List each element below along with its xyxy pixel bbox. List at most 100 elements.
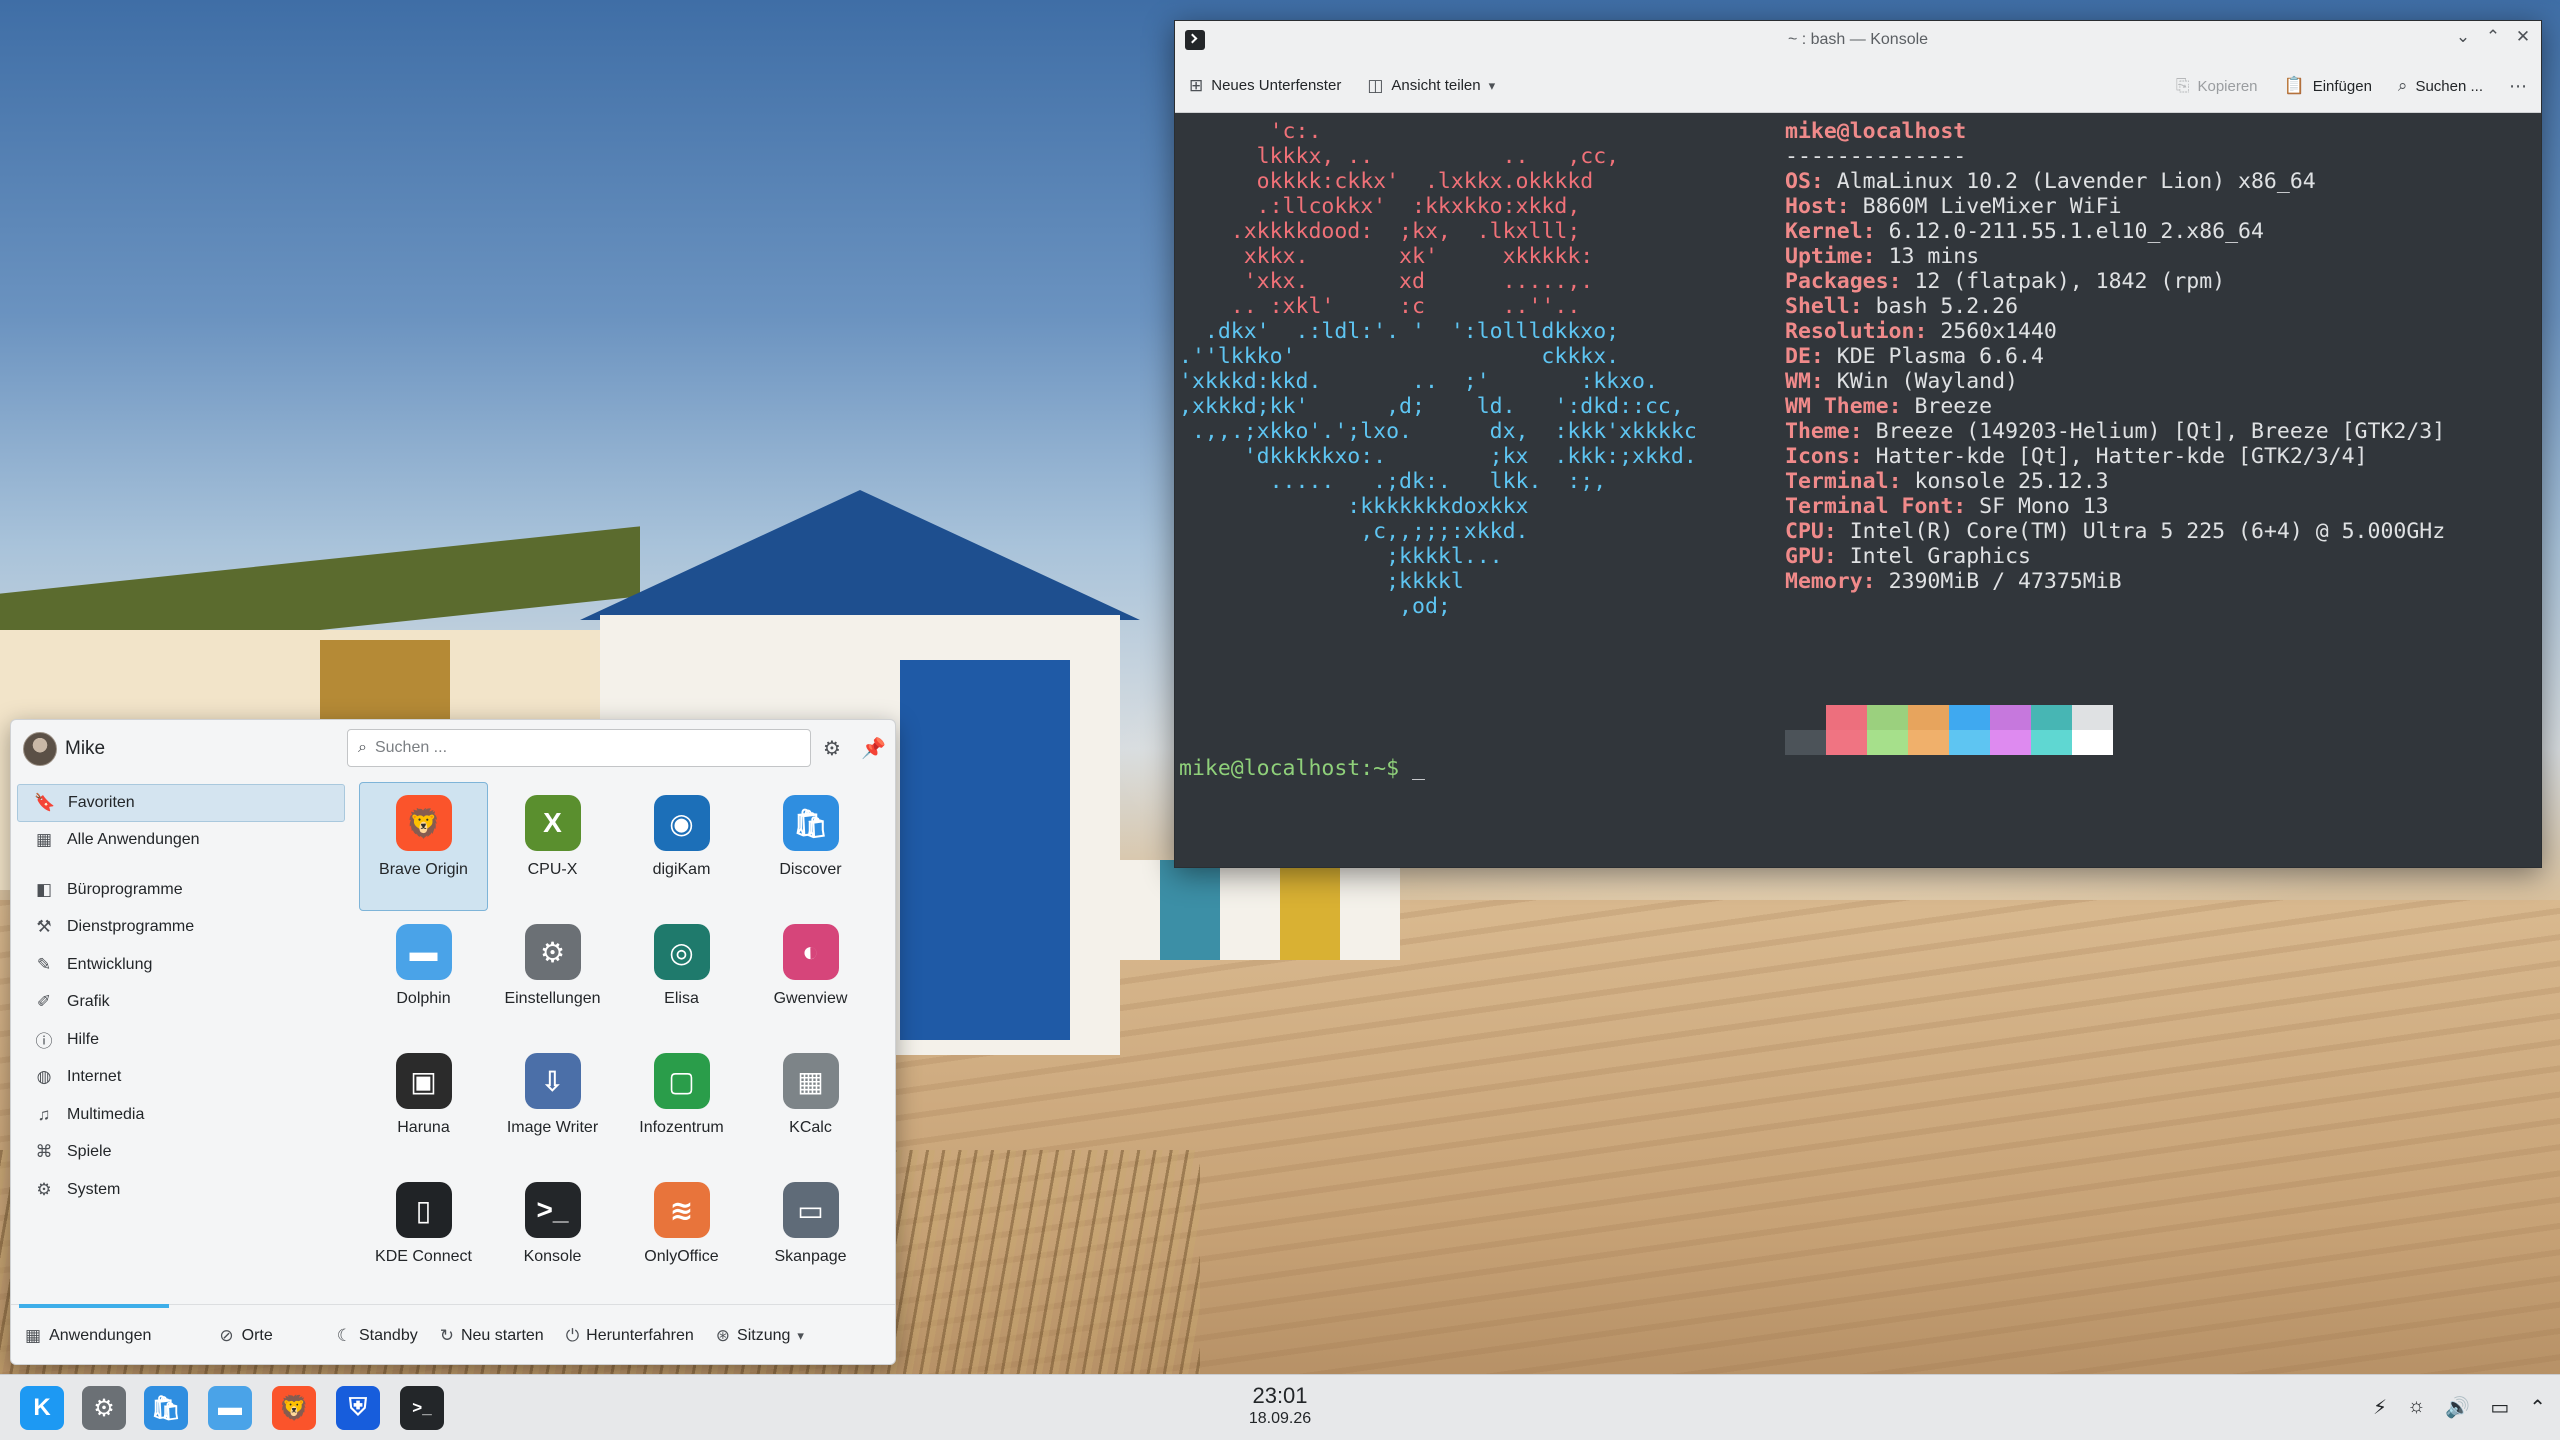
sidebar-item-system[interactable]: ⚙ System: [17, 1171, 345, 1209]
new-tab-button[interactable]: ⊞ Neues Unterfenster: [1189, 76, 1341, 96]
app-tile-kcalc[interactable]: ▦ KCalc: [746, 1040, 875, 1169]
sidebar-item-help[interactable]: ⓘ Hilfe: [17, 1021, 345, 1059]
task-brave[interactable]: 🦁: [272, 1386, 316, 1430]
power-icon[interactable]: ⚡: [2373, 1395, 2387, 1420]
sidebar-item-games[interactable]: ⌘ Spiele: [17, 1134, 345, 1172]
ascii-line: ,od;: [1179, 594, 1451, 619]
app-tile-haruna[interactable]: ▣ Haruna: [359, 1040, 488, 1169]
search-box[interactable]: ⌕: [347, 729, 811, 767]
split-view-button[interactable]: ◫ Ansicht teilen ▾: [1367, 76, 1495, 96]
pin-icon[interactable]: 📌: [861, 736, 886, 761]
app-tile-brave[interactable]: 🦁 Brave Origin: [359, 782, 488, 911]
app-tile-konsole[interactable]: >_ Konsole: [488, 1169, 617, 1298]
sidebar-item-bookmark[interactable]: 🔖 Favoriten: [17, 784, 345, 822]
digital-clock[interactable]: 23:01 18.09.26: [1220, 1383, 1340, 1428]
sidebar-item-label: Alle Anwendungen: [67, 831, 200, 849]
info-colon: :: [1849, 444, 1876, 469]
brightness-icon[interactable]: ☼: [2407, 1395, 2425, 1420]
konsole-titlebar[interactable]: ~ : bash — Konsole ⌄ ⌃ ✕: [1175, 21, 2541, 59]
app-tile-dolphin[interactable]: ▬ Dolphin: [359, 911, 488, 1040]
info-key: Packages: [1785, 269, 1889, 294]
expand-tray-icon[interactable]: ⌃: [2529, 1395, 2546, 1420]
shutdown-button[interactable]: ⏻ Herunterfahren: [566, 1326, 694, 1346]
app-tile-discover[interactable]: 🛍 Discover: [746, 782, 875, 911]
sidebar-item-label: Internet: [67, 1068, 122, 1086]
app-tile-elisa[interactable]: ◎ Elisa: [617, 911, 746, 1040]
avatar[interactable]: [23, 732, 57, 766]
info-value: bash 5.2.26: [1875, 294, 2019, 319]
notifications-icon[interactable]: ▭: [2490, 1395, 2509, 1420]
shell-prompt[interactable]: mike@localhost:~$ _: [1179, 756, 1425, 781]
app-tile-kde-connect[interactable]: ▯ KDE Connect: [359, 1169, 488, 1298]
task-bitwarden[interactable]: ⛨: [336, 1386, 380, 1430]
ascii-line: xkkx. xk' xkkkkk:: [1179, 244, 1594, 269]
task-dolphin[interactable]: ▬: [208, 1386, 252, 1430]
app-tile-gwenview[interactable]: ◐ Gwenview: [746, 911, 875, 1040]
paste-label: Einfügen: [2312, 77, 2372, 95]
restart-button[interactable]: ↻ Neu starten: [440, 1326, 544, 1346]
info-key: WM Theme: [1785, 394, 1889, 419]
color-swatch: [1826, 705, 1867, 730]
info-value: SF Mono 13: [1979, 494, 2109, 519]
app-label: KDE Connect: [375, 1248, 472, 1265]
sidebar-item-multimedia[interactable]: ♫ Multimedia: [17, 1096, 345, 1134]
standby-button[interactable]: ☾ Standby: [337, 1326, 418, 1346]
tab-places[interactable]: ⊘ Orte: [205, 1305, 286, 1365]
sidebar-item-office[interactable]: ◧ Büroprogramme: [17, 871, 345, 909]
taskbar: K ⚙ 🛍 ▬ 🦁 ⛨ >_ 23:01 18.09.26 ⚡ ☼ 🔊 ▭ ⌃: [0, 1374, 2560, 1440]
task-konsole[interactable]: >_: [400, 1386, 444, 1430]
close-icon[interactable]: ✕: [2515, 27, 2531, 47]
more-menu-button[interactable]: ⋯: [2509, 76, 2527, 97]
configure-icon[interactable]: ⚙: [823, 736, 841, 761]
sidebar-item-label: Spiele: [67, 1143, 112, 1161]
info-value: 12 (flatpak), 1842 (rpm): [1914, 269, 2226, 294]
info-key: Shell: [1785, 294, 1850, 319]
info-value: Breeze: [1914, 394, 1993, 419]
app-tile-infocenter[interactable]: ▢ Infozentrum: [617, 1040, 746, 1169]
color-swatch: [2031, 730, 2072, 755]
app-label: Discover: [779, 861, 842, 878]
app-tile-digikam[interactable]: ◉ digiKam: [617, 782, 746, 911]
sidebar-item-grid[interactable]: ▦ Alle Anwendungen: [17, 822, 345, 860]
paste-button[interactable]: 📋 Einfügen: [2284, 76, 2372, 96]
clock-date: 18.09.26: [1248, 1410, 1312, 1427]
info-key: WM: [1785, 369, 1811, 394]
maximize-icon[interactable]: ⌃: [2485, 27, 2501, 47]
sidebar-item-label: System: [67, 1180, 121, 1198]
digikam-icon: ◉: [653, 795, 710, 851]
find-button[interactable]: ⌕ Suchen ...: [2398, 76, 2483, 96]
task-settings[interactable]: ⚙: [82, 1386, 126, 1430]
terminal-view[interactable]: 'c:. lkkkx, .. .. ,cc, okkkk:ckkx' .lxkk…: [1175, 113, 2541, 867]
app-label: OnlyOffice: [644, 1248, 719, 1265]
kde-logo-icon: K: [33, 1394, 51, 1421]
sidebar-item-utilities[interactable]: ⚒ Dienstprogramme: [17, 909, 345, 947]
gwenview-icon: ◐: [782, 924, 839, 980]
sidebar-item-development[interactable]: ✎ Entwicklung: [17, 946, 345, 984]
new-tab-icon: ⊞: [1189, 75, 1204, 95]
volume-icon[interactable]: 🔊: [2445, 1395, 2470, 1420]
app-label: CPU-X: [527, 861, 578, 878]
app-tile-cpu-x[interactable]: X CPU-X: [488, 782, 617, 911]
session-button[interactable]: ⊛ Sitzung ▾: [716, 1326, 804, 1346]
sidebar-item-graphics[interactable]: ✐ Grafik: [17, 984, 345, 1022]
app-tile-skanpage[interactable]: ▭ Skanpage: [746, 1169, 875, 1298]
app-label: Haruna: [397, 1119, 450, 1136]
color-swatch: [1785, 730, 1826, 755]
app-tile-settings[interactable]: ⚙ Einstellungen: [488, 911, 617, 1040]
info-colon: :: [1862, 569, 1889, 594]
minimize-icon[interactable]: ⌄: [2455, 27, 2471, 47]
sidebar-item-internet[interactable]: ◍ Internet: [17, 1059, 345, 1097]
konsole-window[interactable]: ~ : bash — Konsole ⌄ ⌃ ✕ ⊞ Neues Unterfe…: [1174, 20, 2542, 868]
ascii-line: .dkx' .:ldl:'. ' ':lollldkkxo;: [1179, 319, 1620, 344]
tab-applications[interactable]: ▦ Anwendungen: [11, 1303, 170, 1365]
task-discover[interactable]: 🛍: [144, 1386, 188, 1430]
chevron-down-icon: ▾: [797, 1327, 804, 1343]
session-label: Sitzung: [737, 1326, 791, 1344]
search-input[interactable]: [374, 739, 775, 757]
konsole-app-icon[interactable]: [1185, 30, 1205, 50]
app-tile-image-writer[interactable]: ⇩ Image Writer: [488, 1040, 617, 1169]
tab-applications-label: Anwendungen: [49, 1326, 152, 1344]
launcher-button[interactable]: K: [20, 1386, 64, 1430]
app-tile-onlyoffice[interactable]: ≋ OnlyOffice: [617, 1169, 746, 1298]
copy-button[interactable]: ⎘ Kopieren: [2176, 76, 2258, 96]
